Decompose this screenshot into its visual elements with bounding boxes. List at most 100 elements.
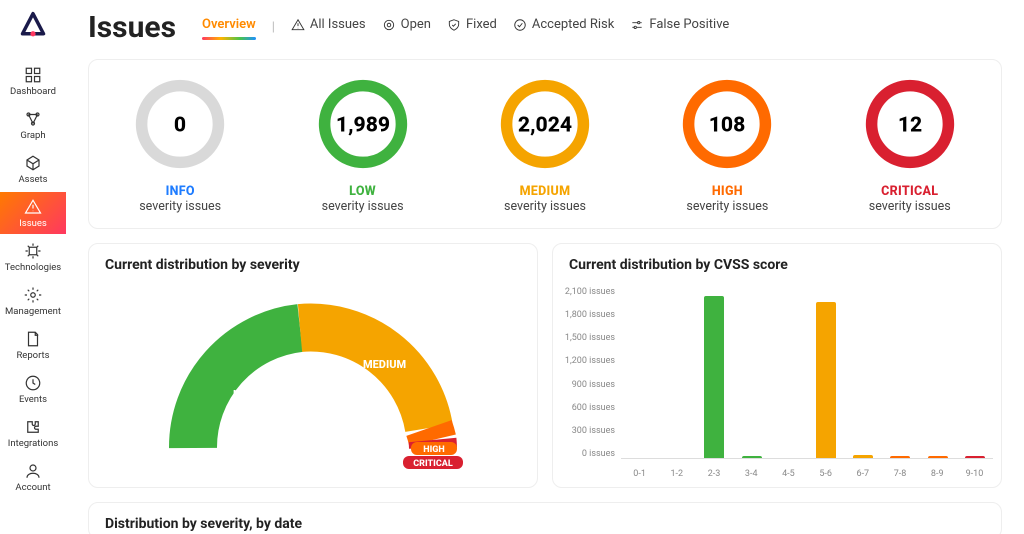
ring-high: 108	[679, 76, 775, 172]
tab-all-issues[interactable]: All Issues	[291, 17, 366, 38]
severity-info[interactable]: 0 INFO severity issues	[95, 76, 265, 214]
sliders-icon	[630, 18, 644, 32]
document-icon	[24, 330, 42, 348]
ring-info: 0	[132, 76, 228, 172]
severity-critical[interactable]: 12 CRITICAL severity issues	[825, 76, 995, 214]
sidebar-item-label: Reports	[16, 350, 49, 361]
sidebar-item-label: Assets	[18, 174, 47, 185]
severity-label: HIGH	[712, 184, 743, 199]
panel-dist-cvss: Current distribution by CVSS score 2,100…	[552, 243, 1002, 488]
tab-fixed[interactable]: Fixed	[447, 17, 497, 38]
app-logo	[18, 10, 48, 40]
tab-overview[interactable]: Overview	[202, 17, 256, 38]
sidebar-item-dashboard[interactable]: Dashboard	[0, 60, 66, 102]
bar[interactable]	[742, 456, 762, 458]
svg-text:12: 12	[898, 113, 922, 138]
ring-low: 1,989	[315, 76, 411, 172]
sidebar-item-label: Issues	[19, 218, 47, 229]
severity-medium[interactable]: 2,024 MEDIUM severity issues	[460, 76, 630, 214]
severity-label: LOW	[349, 184, 376, 199]
svg-text:108: 108	[709, 113, 746, 138]
sidebar-item-label: Management	[5, 306, 61, 317]
gauge-chart: LOW MEDIUM HIGH CRITICAL	[89, 279, 537, 487]
svg-text:LOW: LOW	[233, 388, 256, 401]
tab-label: False Positive	[649, 17, 729, 32]
svg-text:MEDIUM: MEDIUM	[363, 358, 406, 371]
sidebar-item-reports[interactable]: Reports	[0, 324, 66, 366]
severity-label: MEDIUM	[520, 184, 571, 199]
alert-triangle-icon	[291, 18, 305, 32]
page-header: Issues Overview | All Issues Open Fixed …	[88, 10, 1002, 45]
tab-label: Open	[401, 17, 431, 32]
alert-triangle-icon	[24, 198, 42, 216]
sidebar-item-integrations[interactable]: Integrations	[0, 412, 66, 454]
severity-sub: severity issues	[686, 199, 768, 214]
severity-label: INFO	[166, 184, 195, 199]
severity-sub: severity issues	[322, 199, 404, 214]
panel-title: Distribution by severity, by date	[89, 503, 1001, 534]
tab-accepted-risk[interactable]: Accepted Risk	[513, 17, 614, 38]
panel-title: Current distribution by CVSS score	[553, 244, 1001, 279]
sidebar-item-assets[interactable]: Assets	[0, 148, 66, 190]
tab-label: Accepted Risk	[532, 17, 614, 32]
severity-sub: severity issues	[869, 199, 951, 214]
tab-label: Overview	[202, 17, 256, 32]
x-axis: 0-11-22-33-44-55-66-77-88-99-10	[621, 469, 993, 479]
shield-check-icon	[447, 18, 461, 32]
tab-divider: |	[272, 20, 275, 35]
gear-icon	[24, 286, 42, 304]
sidebar-item-label: Technologies	[5, 262, 61, 273]
sidebar-item-events[interactable]: Events	[0, 368, 66, 410]
cube-icon	[24, 154, 42, 172]
user-icon	[24, 462, 42, 480]
sidebar-item-account[interactable]: Account	[0, 456, 66, 498]
sidebar-item-label: Graph	[20, 130, 45, 141]
sidebar-item-management[interactable]: Management	[0, 280, 66, 322]
severity-label: CRITICAL	[881, 184, 938, 199]
severity-high[interactable]: 108 HIGH severity issues	[642, 76, 812, 214]
severity-sub: severity issues	[139, 199, 221, 214]
sidebar-item-label: Events	[19, 394, 47, 405]
clock-icon	[24, 374, 42, 392]
svg-text:CRITICAL: CRITICAL	[413, 459, 453, 469]
panel-dist-severity: Current distribution by severity LOW MED…	[88, 243, 538, 488]
tab-open[interactable]: Open	[382, 17, 431, 38]
cvss-bar-chart: 2,100 issues1,800 issues1,500 issues1,20…	[553, 279, 1001, 487]
main-content: Issues Overview | All Issues Open Fixed …	[66, 0, 1024, 534]
bar[interactable]	[928, 456, 948, 458]
tab-false-positive[interactable]: False Positive	[630, 17, 729, 38]
panel-dist-by-date: Distribution by severity, by date	[88, 502, 1002, 534]
bar[interactable]	[704, 296, 724, 458]
severity-summary: 0 INFO severity issues 1,989 LOW severit…	[88, 59, 1002, 229]
sidebar-item-technologies[interactable]: Technologies	[0, 236, 66, 278]
page-title: Issues	[88, 10, 176, 45]
check-circle-icon	[513, 18, 527, 32]
severity-low[interactable]: 1,989 LOW severity issues	[278, 76, 448, 214]
bar[interactable]	[890, 456, 910, 458]
y-axis: 2,100 issues1,800 issues1,500 issues1,20…	[559, 287, 615, 459]
severity-sub: severity issues	[504, 199, 586, 214]
sidebar-item-label: Integrations	[8, 438, 59, 449]
tab-label: Fixed	[466, 17, 497, 32]
svg-text:HIGH: HIGH	[423, 445, 445, 455]
sidebar-item-graph[interactable]: Graph	[0, 104, 66, 146]
bar[interactable]	[816, 302, 836, 458]
bar[interactable]	[853, 455, 873, 458]
puzzle-icon	[24, 418, 42, 436]
tab-label: All Issues	[310, 17, 366, 32]
plot-area	[621, 287, 993, 459]
ring-medium: 2,024	[497, 76, 593, 172]
bar[interactable]	[965, 456, 985, 458]
grid-icon	[24, 66, 42, 84]
graph-icon	[24, 110, 42, 128]
svg-text:1,989: 1,989	[336, 113, 390, 138]
svg-text:0: 0	[174, 113, 186, 138]
cpu-icon	[24, 242, 42, 260]
tabs: Overview | All Issues Open Fixed Accepte…	[202, 17, 729, 38]
sidebar: Dashboard Graph Assets Issues Technologi…	[0, 0, 66, 534]
sidebar-item-label: Account	[15, 482, 50, 493]
svg-text:2,024: 2,024	[518, 113, 572, 138]
ring-critical: 12	[862, 76, 958, 172]
panel-title: Current distribution by severity	[89, 244, 537, 279]
sidebar-item-issues[interactable]: Issues	[0, 192, 66, 234]
